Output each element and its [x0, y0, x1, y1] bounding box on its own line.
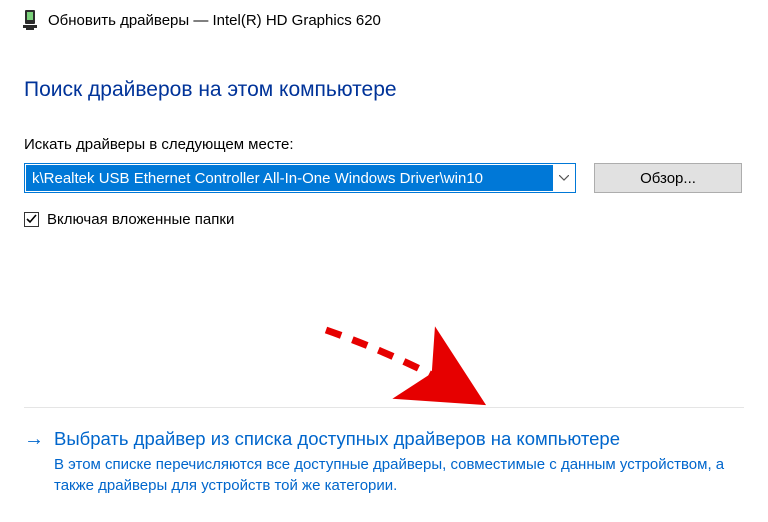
- include-subfolders-checkbox[interactable]: [24, 212, 39, 227]
- chevron-down-icon[interactable]: [553, 175, 575, 181]
- pick-from-list-option[interactable]: → Выбрать драйвер из списка доступных др…: [24, 407, 744, 496]
- arrow-right-icon: →: [24, 426, 44, 451]
- driver-path-combobox[interactable]: k\Realtek USB Ethernet Controller All-In…: [24, 163, 576, 193]
- pick-option-title: Выбрать драйвер из списка доступных драй…: [54, 426, 744, 452]
- content-area: Поиск драйверов на этом компьютере Искат…: [0, 36, 768, 228]
- include-subfolders-label: Включая вложенные папки: [47, 211, 234, 228]
- search-location-label: Искать драйверы в следующем месте:: [24, 136, 748, 153]
- include-subfolders-row[interactable]: Включая вложенные папки: [24, 211, 748, 228]
- driver-path-value[interactable]: k\Realtek USB Ethernet Controller All-In…: [26, 165, 553, 191]
- browse-button[interactable]: Обзор...: [594, 163, 742, 193]
- page-heading: Поиск драйверов на этом компьютере: [24, 78, 748, 102]
- pick-option-text: Выбрать драйвер из списка доступных драй…: [54, 426, 744, 496]
- titlebar: Обновить драйверы — Intel(R) HD Graphics…: [0, 0, 768, 36]
- pick-option-description: В этом списке перечисляются все доступны…: [54, 454, 744, 496]
- annotation-arrow-icon: [316, 318, 506, 418]
- device-monitor-icon: [22, 8, 38, 32]
- path-row: k\Realtek USB Ethernet Controller All-In…: [24, 163, 748, 193]
- window-title: Обновить драйверы — Intel(R) HD Graphics…: [48, 12, 381, 29]
- driver-update-wizard-window: Обновить драйверы — Intel(R) HD Graphics…: [0, 0, 768, 522]
